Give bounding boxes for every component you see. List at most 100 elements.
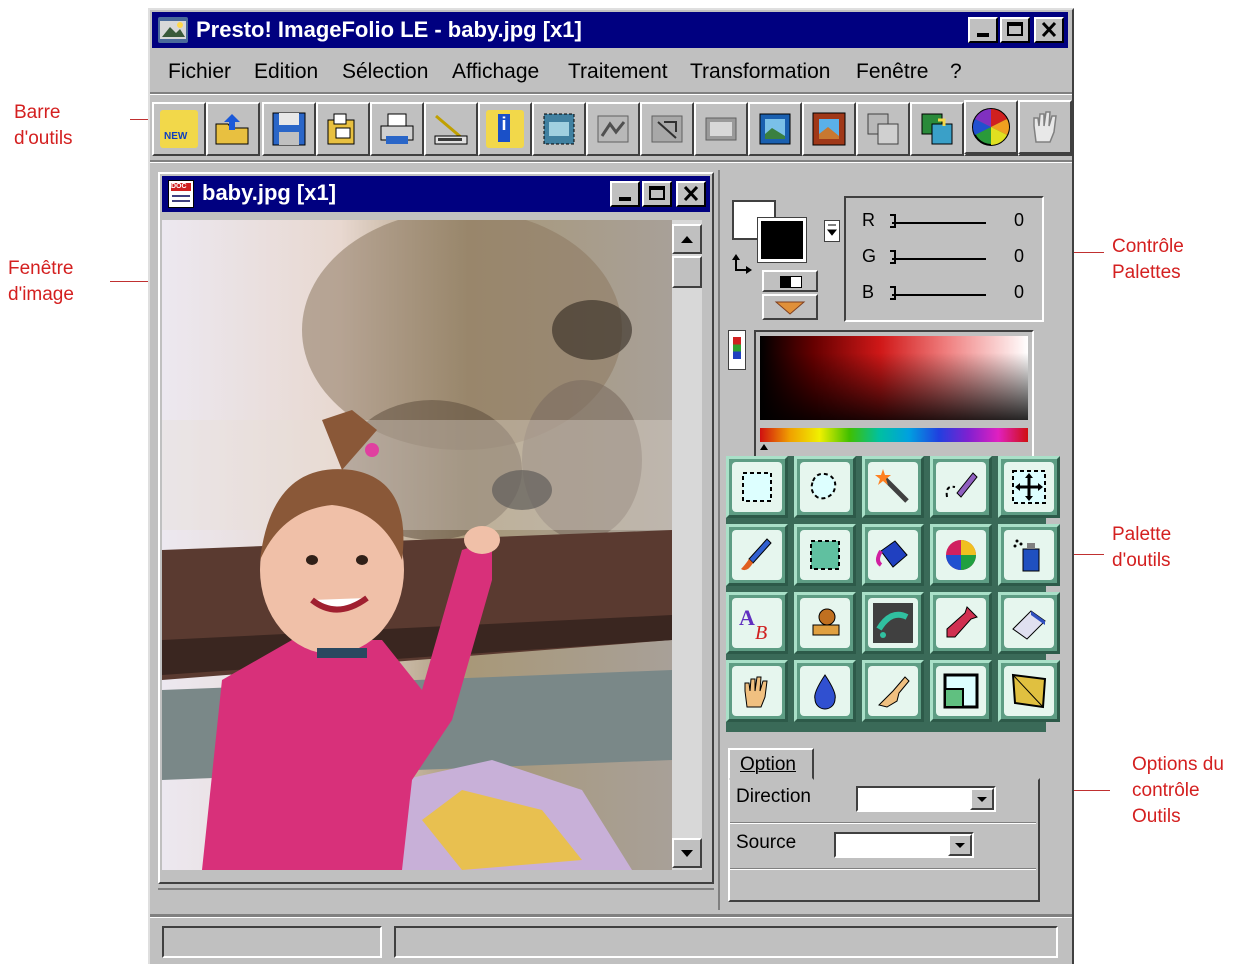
tool-button-paint-select[interactable] <box>930 456 992 518</box>
app-logo-icon[interactable] <box>158 17 188 43</box>
print-icon <box>378 110 416 148</box>
vertical-scrollbar[interactable] <box>672 220 702 870</box>
direction-dropdown-button[interactable] <box>970 788 994 810</box>
tool-button-finger[interactable] <box>862 660 924 722</box>
toolbar-color-wheel-button[interactable] <box>964 100 1018 154</box>
document-minimize-button[interactable] <box>610 181 640 207</box>
hue-strip[interactable] <box>760 428 1028 442</box>
menu-traitement[interactable]: Traitement <box>568 60 668 84</box>
maximize-button[interactable] <box>1000 17 1030 43</box>
copy-icon <box>864 110 902 148</box>
tool-button-brush[interactable] <box>726 524 788 586</box>
tool-button-lasso[interactable] <box>794 456 856 518</box>
source-dropdown-button[interactable] <box>948 834 972 856</box>
tool-button-hand[interactable] <box>726 660 788 722</box>
drop-icon <box>814 674 836 710</box>
stamp-icon <box>812 608 840 636</box>
collapse-toggle[interactable] <box>824 220 840 242</box>
toolbar-frame-button[interactable] <box>802 102 856 156</box>
tool-button-spray[interactable] <box>998 524 1060 586</box>
toolbar-save-button[interactable] <box>262 102 316 156</box>
toolbar-image-button[interactable] <box>586 102 640 156</box>
tool-button-text[interactable]: AB <box>726 592 788 654</box>
document-window: DOC baby.jpg [x1] <box>158 172 714 884</box>
menu-edition[interactable]: Edition <box>254 60 318 84</box>
callout-toolbar-line2: d'outils <box>14 128 73 149</box>
toolbar-info-button[interactable]: i <box>478 102 532 156</box>
toolbar-open-button[interactable] <box>206 102 260 156</box>
document-close-button[interactable] <box>676 181 706 207</box>
direction-select[interactable] <box>856 786 996 812</box>
tool-button-crop-tool[interactable] <box>930 660 992 722</box>
scroll-down-button[interactable] <box>672 838 702 868</box>
color-menu-button[interactable] <box>762 294 818 320</box>
color-wheel-icon <box>972 108 1010 146</box>
foreground-color-swatch[interactable] <box>757 217 807 263</box>
chevron-down-icon <box>955 843 965 848</box>
tool-button-rect-select[interactable] <box>726 456 788 518</box>
scroll-thumb[interactable] <box>672 256 702 288</box>
menu-fichier[interactable]: Fichier <box>168 60 231 84</box>
tool-button-paint-bucket[interactable] <box>862 524 924 586</box>
tab-option[interactable]: Option <box>728 748 814 780</box>
toolbar-film-button[interactable] <box>748 102 802 156</box>
menu-transformation[interactable]: Transformation <box>690 60 830 84</box>
document-titlebar[interactable]: DOC baby.jpg [x1] <box>162 176 710 212</box>
arrow-up-icon <box>681 236 693 243</box>
tool-button-stamp[interactable] <box>794 592 856 654</box>
menu-help[interactable]: ? <box>950 60 962 84</box>
tool-button-color-ball[interactable] <box>930 524 992 586</box>
r-slider-thumb[interactable] <box>890 214 896 228</box>
scroll-up-button[interactable] <box>672 224 702 254</box>
toolbar-resize-button[interactable] <box>694 102 748 156</box>
traffic-light-icon <box>733 337 741 359</box>
toolbar-browse-button[interactable] <box>316 102 370 156</box>
g-slider-thumb[interactable] <box>890 250 896 264</box>
b-slider-thumb[interactable] <box>890 286 896 300</box>
status-cell-left <box>162 926 382 958</box>
color-gradient-field[interactable] <box>760 336 1028 420</box>
source-select[interactable] <box>834 832 974 858</box>
tool-button-drop[interactable] <box>794 660 856 722</box>
tool-button-move[interactable] <box>998 456 1060 518</box>
swap-colors-icon[interactable] <box>730 252 756 278</box>
toolbar-hand-button[interactable] <box>1018 100 1072 154</box>
close-icon <box>1041 21 1057 38</box>
menu-fenetre[interactable]: Fenêtre <box>856 60 928 84</box>
hue-marker[interactable] <box>760 444 768 450</box>
collapse-icon <box>826 224 838 236</box>
image-canvas[interactable] <box>162 220 672 870</box>
menu-selection[interactable]: Sélection <box>342 60 428 84</box>
palette-toggle[interactable] <box>728 330 746 370</box>
document-maximize-button[interactable] <box>642 181 672 207</box>
default-colors-button[interactable] <box>762 270 818 292</box>
toolbar-copy-button[interactable] <box>856 102 910 156</box>
callout-tool-options: Options du contrôle Outils <box>1132 752 1224 830</box>
r-slider-track[interactable] <box>892 222 986 224</box>
toolbar-scan-button[interactable] <box>424 102 478 156</box>
smudge-icon <box>873 603 913 643</box>
toolbar-paste-button[interactable] <box>910 102 964 156</box>
app-titlebar[interactable]: Presto! ImageFolio LE - baby.jpg [x1] <box>152 12 1068 48</box>
menu-affichage[interactable]: Affichage <box>452 60 539 84</box>
toolbar-new-button[interactable]: NEW <box>152 102 206 156</box>
close-button[interactable] <box>1034 17 1064 43</box>
document-icon[interactable]: DOC <box>168 180 194 208</box>
color-control-panel: R 0 G 0 B 0 <box>728 192 1050 324</box>
rect-select-icon <box>742 472 772 502</box>
tool-button-magic-wand[interactable] <box>862 456 924 518</box>
toolbar-print-button[interactable] <box>370 102 424 156</box>
tool-button-smudge[interactable] <box>862 592 924 654</box>
minimize-button[interactable] <box>968 17 998 43</box>
tool-button-fill-rect[interactable] <box>794 524 856 586</box>
toolbar-crop-button[interactable] <box>532 102 586 156</box>
app-title: Presto! ImageFolio LE - baby.jpg [x1] <box>196 17 582 42</box>
toolbar-grayscale-button[interactable] <box>640 102 694 156</box>
maximize-icon <box>649 186 665 200</box>
tool-button-eraser[interactable] <box>998 592 1060 654</box>
g-slider-track[interactable] <box>892 258 986 260</box>
color-picker[interactable] <box>754 330 1034 458</box>
tool-button-distort[interactable] <box>998 660 1060 722</box>
b-slider-track[interactable] <box>892 294 986 296</box>
tool-button-eyedropper[interactable] <box>930 592 992 654</box>
